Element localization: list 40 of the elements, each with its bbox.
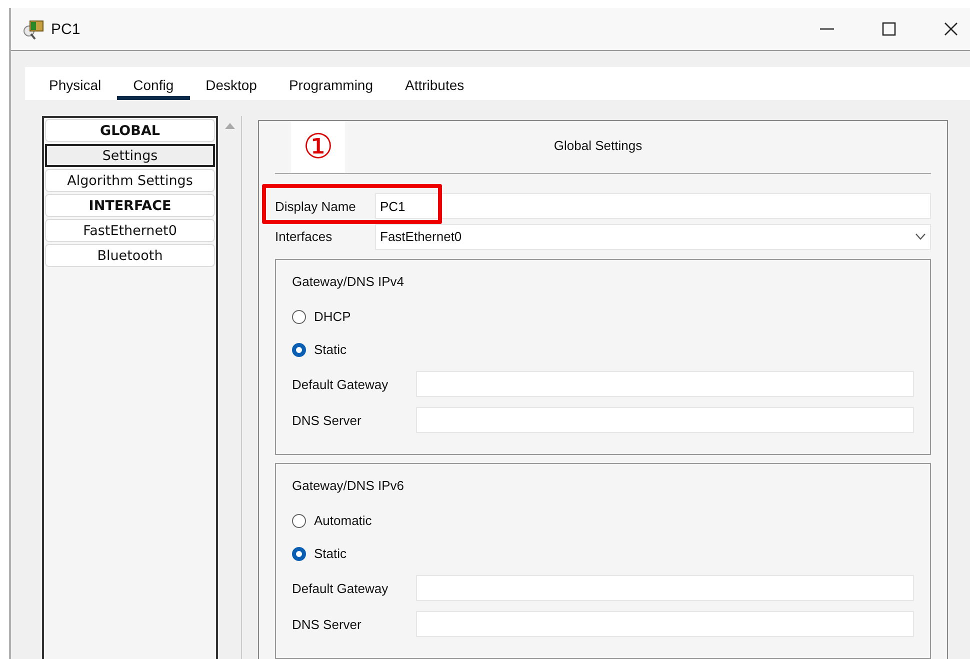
display-name-field[interactable]: PC1 [375, 193, 931, 220]
field-label: Interfaces [275, 229, 334, 244]
input-field[interactable] [416, 371, 914, 397]
input-field[interactable] [416, 407, 914, 433]
panel-title: Global Settings [552, 138, 644, 153]
field-label: Display Name [275, 198, 357, 214]
radio-label: DHCP [314, 309, 351, 324]
group-title: Gateway/DNS IPv6 [292, 478, 405, 495]
window-title: PC1 [51, 20, 80, 38]
radio-button[interactable] [292, 310, 306, 324]
sidebar-item[interactable]: Algorithm Settings [45, 169, 215, 192]
tab[interactable]: Desktop [190, 73, 273, 100]
field-label: Default Gateway [292, 376, 390, 392]
tab[interactable]: Attributes [389, 73, 480, 100]
sidebar-item[interactable]: Bluetooth [45, 244, 215, 267]
tab[interactable]: Physical [33, 73, 118, 100]
chevron-down-icon [915, 233, 926, 240]
radio-button[interactable] [292, 514, 306, 528]
field-label: DNS Server [292, 616, 362, 632]
section-header[interactable]: INTERFACE [45, 194, 215, 217]
input-field[interactable] [416, 611, 914, 637]
interfaces-dropdown[interactable]: FastEthernet0 [375, 224, 931, 250]
close-icon[interactable] [944, 22, 958, 36]
section-header[interactable]: GLOBAL [45, 119, 215, 142]
tab[interactable]: Programming [272, 73, 389, 100]
maximize-icon[interactable] [882, 22, 896, 36]
field-label: DNS Server [292, 412, 362, 428]
sidebar-item[interactable]: FastEthernet0 [45, 219, 215, 242]
sidebar-item[interactable]: Settings [45, 144, 215, 167]
radio-label: Static [314, 342, 347, 357]
radio-label: Static [314, 546, 347, 561]
field-label: Default Gateway [292, 580, 390, 596]
radio-label: Automatic [314, 513, 372, 528]
step-number: ① [291, 121, 345, 173]
radio-button[interactable] [292, 546, 306, 560]
group-title: Gateway/DNS IPv4 [292, 274, 405, 291]
network-device-icon [23, 18, 45, 40]
input-field[interactable] [416, 575, 914, 601]
scrollbar[interactable] [218, 116, 242, 659]
radio-button[interactable] [292, 342, 306, 356]
